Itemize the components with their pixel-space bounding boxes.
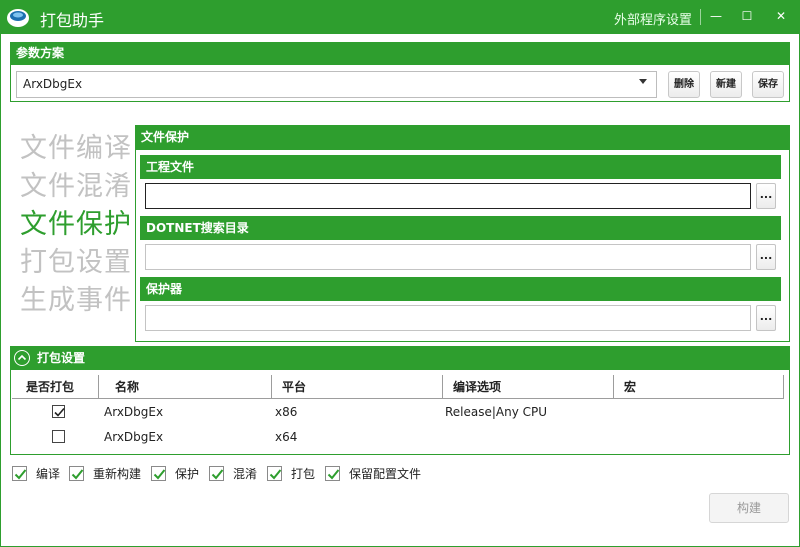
- column-header-compile-option[interactable]: 编译选项: [443, 375, 614, 399]
- browse-protector-button[interactable]: ...: [756, 305, 776, 331]
- browse-project-file-button[interactable]: ...: [756, 183, 776, 209]
- option-keep-config-label[interactable]: 保留配置文件: [349, 466, 421, 482]
- delete-button[interactable]: 删除: [668, 71, 700, 98]
- option-rebuild-checkbox[interactable]: [69, 466, 84, 481]
- option-keep-config-checkbox[interactable]: [325, 466, 340, 481]
- option-pack-checkbox[interactable]: [267, 466, 282, 481]
- row-compile-option[interactable]: Release|Any CPU: [445, 402, 547, 422]
- column-header-platform[interactable]: 平台: [272, 375, 443, 399]
- app-logo-icon: [7, 9, 29, 27]
- nav-build-events[interactable]: 生成事件: [20, 278, 132, 317]
- row-platform: x86: [275, 405, 298, 419]
- browse-dotnet-dir-button[interactable]: ...: [756, 244, 776, 270]
- external-settings-link[interactable]: 外部程序设置: [614, 9, 692, 28]
- project-file-header: 工程文件: [140, 155, 781, 179]
- param-scheme-header: 参数方案: [10, 42, 790, 65]
- nav-file-protect[interactable]: 文件保护: [20, 202, 132, 241]
- option-obfuscate-label[interactable]: 混淆: [233, 466, 257, 482]
- grid-header-divider: [12, 398, 784, 399]
- column-header-macro[interactable]: 宏: [614, 375, 784, 399]
- new-button[interactable]: 新建: [710, 71, 742, 98]
- titlebar-divider: [700, 9, 701, 25]
- nav-pack-settings[interactable]: 打包设置: [20, 240, 132, 279]
- row-include-checkbox[interactable]: [52, 430, 65, 443]
- option-protect-label[interactable]: 保护: [175, 466, 199, 482]
- project-file-input[interactable]: [145, 183, 751, 209]
- dotnet-search-dir-header: DOTNET搜索目录: [140, 216, 781, 240]
- scheme-select[interactable]: ArxDbgEx: [16, 71, 657, 98]
- column-header-include[interactable]: 是否打包: [12, 375, 99, 399]
- option-compile-label[interactable]: 编译: [36, 466, 60, 482]
- maximize-button[interactable]: ☐: [733, 4, 761, 28]
- minimize-button[interactable]: —: [702, 4, 730, 28]
- dotnet-search-dir-input[interactable]: [145, 244, 751, 270]
- option-protect-checkbox[interactable]: [151, 466, 166, 481]
- row-name: ArxDbgEx: [104, 430, 164, 444]
- row-platform: x64: [275, 430, 298, 444]
- column-header-name[interactable]: 名称: [99, 375, 272, 399]
- protector-input[interactable]: [145, 305, 751, 331]
- close-button[interactable]: ✕: [767, 4, 795, 28]
- file-protection-header: 文件保护: [135, 125, 790, 150]
- protector-header: 保护器: [140, 277, 781, 301]
- nav-file-obfuscate[interactable]: 文件混淆: [20, 164, 132, 203]
- save-button[interactable]: 保存: [752, 71, 784, 98]
- nav-file-compile[interactable]: 文件编译: [20, 126, 132, 165]
- minimize-icon: —: [710, 9, 722, 23]
- close-icon: ✕: [775, 9, 787, 23]
- option-obfuscate-checkbox[interactable]: [209, 466, 224, 481]
- window-title: 打包助手: [40, 11, 105, 30]
- dropdown-arrow-icon[interactable]: [639, 79, 647, 84]
- option-pack-label[interactable]: 打包: [291, 466, 315, 482]
- build-button[interactable]: 构建: [709, 493, 789, 523]
- pack-settings-header: 打包设置: [10, 346, 790, 370]
- option-compile-checkbox[interactable]: [12, 466, 27, 481]
- row-include-checkbox[interactable]: [52, 405, 65, 418]
- option-rebuild-label[interactable]: 重新构建: [93, 466, 141, 482]
- collapse-icon[interactable]: [14, 350, 30, 366]
- maximize-icon: ☐: [741, 9, 753, 23]
- row-name: ArxDbgEx: [104, 405, 164, 419]
